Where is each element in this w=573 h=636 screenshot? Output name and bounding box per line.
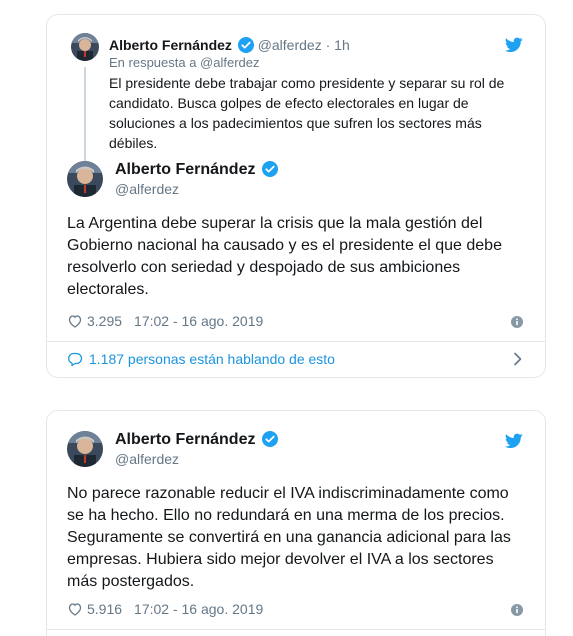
tweet-text: No parece razonable reducir el IVA indis… bbox=[67, 485, 511, 590]
tweet-meta: 5.916 17:02 - 16 ago. 2019 bbox=[67, 601, 263, 617]
tweet-timestamp[interactable]: 17:02 - 16 ago. 2019 bbox=[134, 601, 263, 617]
info-icon[interactable] bbox=[511, 316, 523, 328]
tweet-card[interactable]: Alberto Fernández @alferdez · 1h En resp… bbox=[46, 14, 546, 378]
tweet-text: La Argentina debe superar la crisis que … bbox=[67, 215, 502, 298]
heart-icon[interactable] bbox=[67, 313, 83, 329]
author-name[interactable]: Alberto Fernández bbox=[115, 161, 278, 179]
avatar[interactable] bbox=[67, 161, 103, 197]
author-name[interactable]: Alberto Fernández bbox=[115, 431, 278, 449]
conversation-text: 1.187 personas están hablando de esto bbox=[89, 351, 335, 367]
tweet-timestamp[interactable]: 17:02 - 16 ago. 2019 bbox=[134, 313, 263, 329]
author-handle[interactable]: @alferdez bbox=[115, 181, 179, 197]
twitter-bird-icon[interactable] bbox=[505, 433, 523, 449]
twitter-bird-icon[interactable] bbox=[505, 37, 523, 53]
author-name[interactable]: Alberto Fernández bbox=[109, 37, 232, 53]
author-name-text: Alberto Fernández bbox=[115, 431, 256, 448]
tweet-meta: 3.295 17:02 - 16 ago. 2019 bbox=[67, 313, 263, 329]
thread-line bbox=[84, 67, 86, 163]
author-handle[interactable]: @alferdez bbox=[258, 37, 322, 53]
reply-parent-header: Alberto Fernández @alferdez · 1h bbox=[109, 37, 350, 53]
info-icon[interactable] bbox=[511, 604, 523, 616]
like-count[interactable]: 3.295 bbox=[87, 313, 122, 329]
avatar[interactable] bbox=[67, 431, 103, 467]
like-count[interactable]: 5.916 bbox=[87, 601, 122, 617]
reply-bubble-icon bbox=[67, 351, 83, 367]
divider bbox=[47, 341, 545, 342]
reply-to-label[interactable]: En respuesta a @alferdez bbox=[109, 55, 260, 70]
author-name-text: Alberto Fernández bbox=[115, 161, 256, 178]
tweet-card[interactable]: Alberto Fernández @alferdez No parece ra… bbox=[46, 410, 546, 636]
separator-dot: · bbox=[325, 37, 331, 53]
avatar[interactable] bbox=[71, 33, 99, 61]
time-ago[interactable]: 1h bbox=[334, 37, 350, 53]
author-handle[interactable]: @alferdez bbox=[115, 451, 179, 467]
verified-badge-icon bbox=[261, 161, 278, 177]
verified-badge-icon bbox=[237, 37, 254, 53]
divider bbox=[47, 629, 545, 630]
heart-icon[interactable] bbox=[67, 601, 83, 617]
conversation-link[interactable]: 1.187 personas están hablando de esto bbox=[67, 351, 335, 367]
verified-badge-icon bbox=[261, 431, 278, 447]
chevron-right-icon[interactable] bbox=[513, 352, 523, 366]
reply-parent-text: El presidente debe trabajar como preside… bbox=[109, 75, 505, 151]
